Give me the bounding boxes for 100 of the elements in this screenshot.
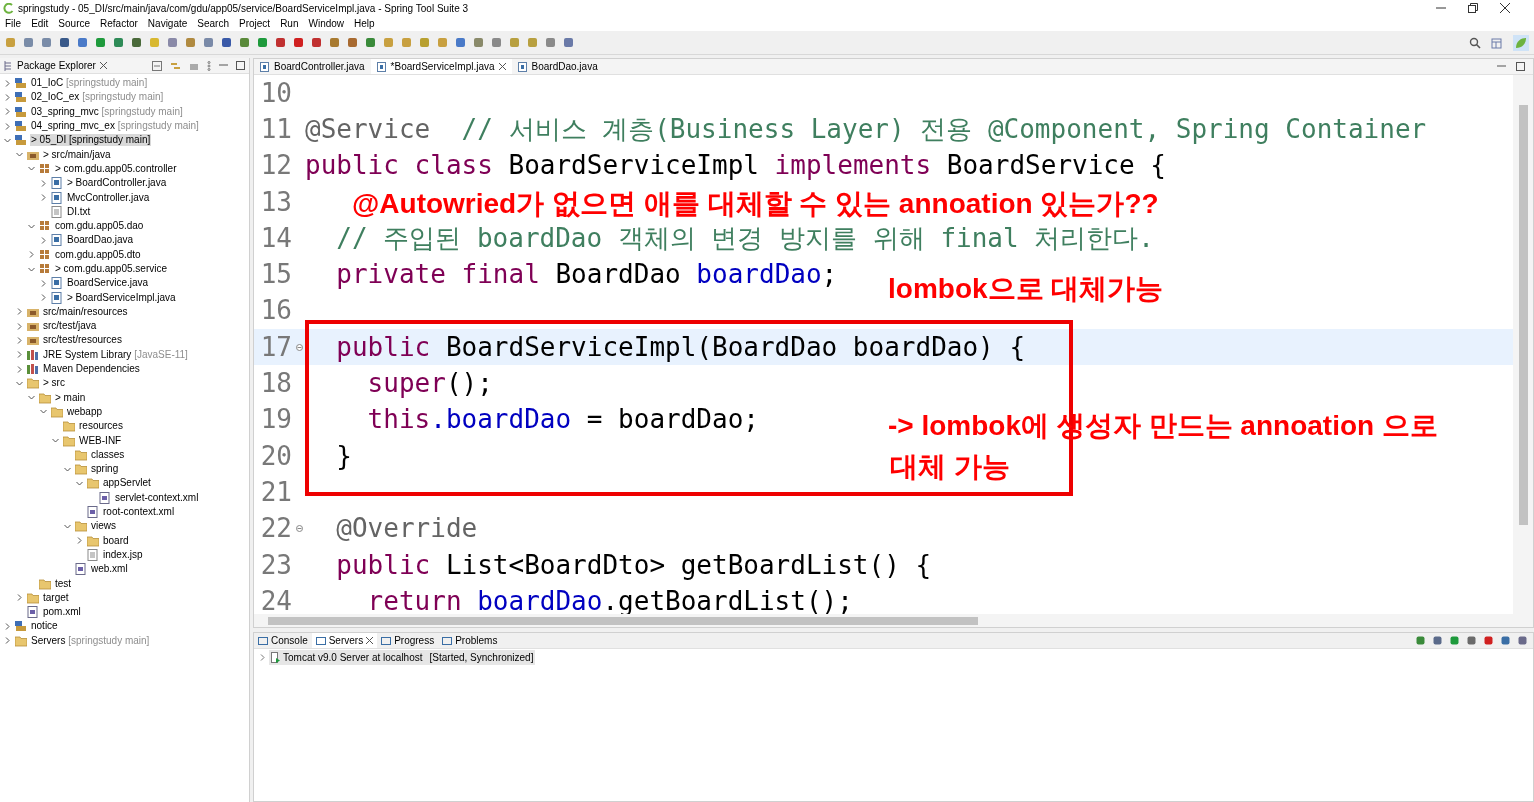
server-row[interactable]: Tomcat v9.0 Server at localhost [Started, Synchronized] [269, 649, 536, 665]
tree-item[interactable]: board [102, 534, 130, 547]
expand-chevron-icon[interactable] [259, 653, 266, 661]
tree-item[interactable]: 02_IoC_ex [springstudy main] [30, 91, 165, 104]
editor-tab[interactable]: *BoardServiceImpl.java [370, 59, 512, 74]
tree-item[interactable]: appServlet [102, 477, 152, 490]
tree-item[interactable]: > com.gdu.app05.controller [54, 162, 178, 175]
tree-item[interactable]: spring [90, 463, 120, 476]
fold-icon[interactable] [296, 343, 303, 351]
menu-item[interactable]: File [5, 16, 22, 31]
tree-item[interactable]: DI.txt [66, 205, 92, 218]
collapse-chevron-icon[interactable] [28, 265, 35, 273]
fold-icon[interactable] [296, 525, 303, 533]
expand-chevron-icon[interactable] [40, 294, 47, 302]
expand-chevron-icon[interactable] [16, 337, 23, 344]
tree-item[interactable]: com.gdu.app05.dto [54, 248, 142, 261]
expand-chevron-icon[interactable] [16, 351, 23, 359]
expand-chevron-icon[interactable] [40, 279, 47, 287]
expand-chevron-icon[interactable] [16, 365, 23, 373]
tree-item[interactable]: notice [30, 620, 59, 633]
expand-chevron-icon[interactable] [28, 251, 35, 259]
collapse-chevron-icon[interactable] [4, 136, 11, 144]
expand-chevron-icon[interactable] [4, 637, 11, 645]
menu-item[interactable]: Navigate [147, 16, 188, 31]
tree-item[interactable]: MvcController.java [66, 191, 151, 204]
close-icon[interactable] [366, 637, 374, 644]
menu-item[interactable]: Project [239, 16, 271, 31]
tree-item[interactable]: root-context.xml [102, 506, 176, 519]
expand-chevron-icon[interactable] [16, 594, 23, 602]
maximize-icon[interactable] [236, 61, 245, 70]
collapse-chevron-icon[interactable] [64, 522, 71, 530]
horizontal-scrollbar[interactable] [254, 614, 1533, 627]
menu-item[interactable]: Help [354, 16, 375, 31]
tree-item[interactable]: > com.gdu.app05.service [54, 263, 168, 275]
expand-chevron-icon[interactable] [40, 236, 47, 244]
expand-chevron-icon[interactable] [16, 322, 23, 330]
tree-item[interactable]: Maven Dependencies [42, 363, 141, 376]
collapse-chevron-icon[interactable] [40, 408, 47, 416]
tree-item[interactable]: 01_IoC [springstudy main] [30, 77, 149, 90]
panel-tab[interactable]: Progress [377, 633, 439, 648]
menu-item[interactable]: Search [197, 16, 229, 31]
close-icon[interactable] [498, 63, 506, 70]
tree-item[interactable]: src/test/java [42, 320, 98, 333]
tree-item[interactable]: WEB-INF [78, 434, 123, 447]
panel-tab[interactable]: Servers [311, 633, 378, 648]
collapse-all-icon[interactable] [152, 60, 162, 71]
collapse-chevron-icon[interactable] [52, 437, 59, 445]
menu-item[interactable]: Run [280, 16, 299, 31]
collapse-chevron-icon[interactable] [28, 165, 35, 173]
tree-item[interactable]: pom.xml [42, 606, 82, 619]
tree-item[interactable]: src/test/resources [42, 334, 123, 347]
tree-item[interactable]: servlet-context.xml [114, 491, 200, 504]
search-icon[interactable] [1469, 36, 1481, 49]
expand-chevron-icon[interactable] [4, 79, 11, 87]
more-options-icon[interactable] [207, 60, 211, 71]
collapse-chevron-icon[interactable] [76, 479, 83, 487]
expand-chevron-icon[interactable] [4, 622, 11, 630]
vertical-scrollbar[interactable] [1513, 75, 1533, 614]
editor-tab[interactable]: BoardController.java [254, 59, 371, 74]
collapse-chevron-icon[interactable] [16, 151, 23, 159]
menu-item[interactable]: Edit [31, 16, 49, 31]
panel-tab[interactable]: Console [254, 633, 312, 648]
tree-item[interactable]: JRE System Library [JavaSE-11] [42, 348, 189, 361]
collapse-chevron-icon[interactable] [64, 465, 71, 473]
collapse-chevron-icon[interactable] [28, 394, 35, 402]
tree-item[interactable]: 04_spring_mvc_ex [springstudy main] [30, 120, 200, 133]
tree-item[interactable]: web.xml [90, 563, 129, 576]
tree-item[interactable]: > src [42, 377, 66, 390]
tree-item[interactable]: > 05_DI [springstudy main] [30, 134, 152, 147]
collapse-chevron-icon[interactable] [16, 379, 23, 387]
collapse-chevron-icon[interactable] [28, 222, 35, 230]
leaf-perspective-icon[interactable] [1513, 34, 1529, 51]
open-perspective-icon[interactable] [1491, 36, 1503, 49]
tree-item[interactable]: views [90, 520, 117, 533]
expand-chevron-icon[interactable] [40, 179, 47, 187]
tree-item[interactable]: > BoardServiceImpl.java [66, 291, 177, 304]
expand-chevron-icon[interactable] [16, 308, 23, 316]
tree-item[interactable]: BoardService.java [66, 277, 150, 290]
expand-chevron-icon[interactable] [4, 108, 11, 116]
tree-item[interactable]: BoardDao.java [66, 234, 135, 247]
menu-item[interactable]: Source [58, 16, 91, 31]
tree-item[interactable]: index.jsp [102, 548, 144, 561]
tree-item[interactable]: test [54, 577, 73, 590]
tree-item[interactable]: webapp [66, 405, 104, 418]
close-icon[interactable] [1500, 3, 1510, 13]
close-icon[interactable] [99, 62, 107, 69]
tree-item[interactable]: src/main/resources [42, 305, 129, 318]
tree-item[interactable]: > src/main/java [42, 148, 112, 161]
tree-item[interactable]: classes [90, 448, 126, 461]
tree-item[interactable]: target [42, 591, 70, 604]
tree-item[interactable]: > BoardController.java [66, 177, 168, 190]
maximize-icon[interactable] [1516, 62, 1525, 71]
tree-item[interactable]: > main [54, 391, 87, 404]
expand-chevron-icon[interactable] [4, 93, 11, 101]
expand-chevron-icon[interactable] [40, 194, 47, 201]
expand-chevron-icon[interactable] [4, 122, 11, 130]
expand-chevron-icon[interactable] [76, 537, 83, 545]
menu-item[interactable]: Refactor [100, 16, 138, 31]
restore-icon[interactable] [1468, 3, 1478, 13]
tree-item[interactable]: 03_spring_mvc [springstudy main] [30, 105, 184, 118]
